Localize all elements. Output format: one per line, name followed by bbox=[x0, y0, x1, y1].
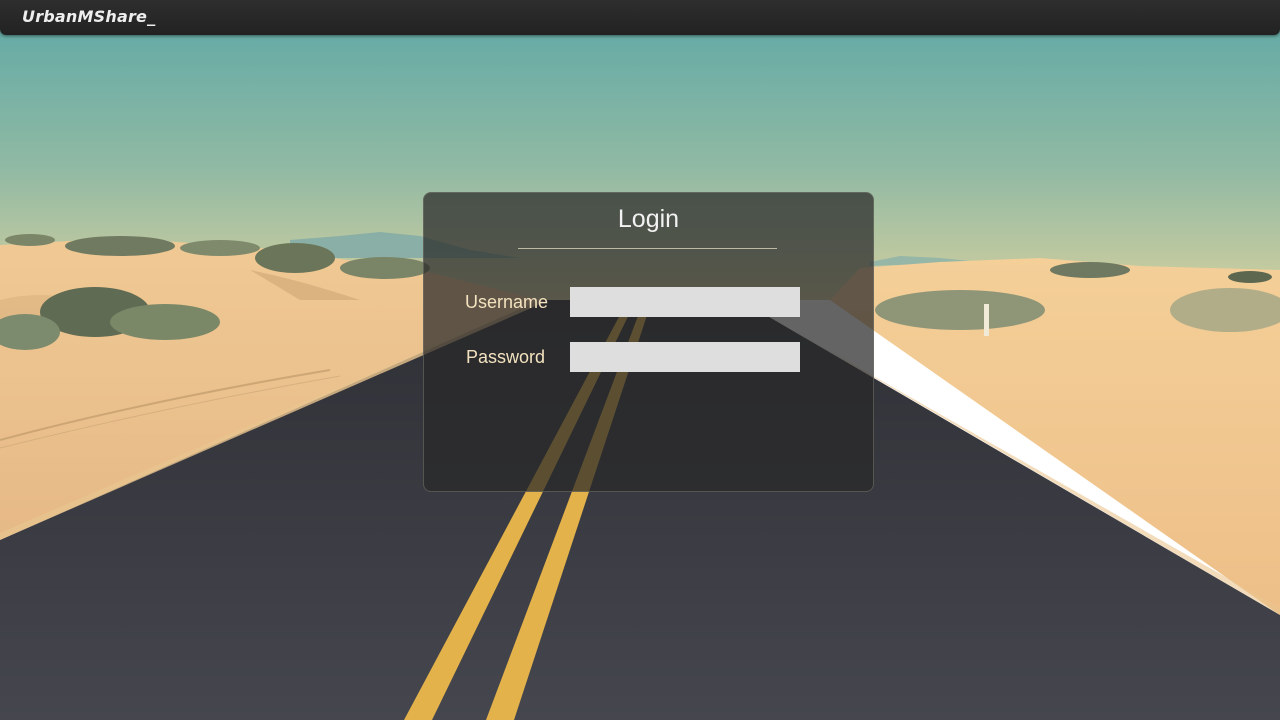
username-label: Username bbox=[465, 292, 549, 312]
login-title: Login bbox=[617, 205, 680, 233]
password-label: Password bbox=[466, 347, 546, 367]
password-input[interactable] bbox=[570, 342, 800, 372]
top-navbar: UrbanMShare_ bbox=[0, 0, 1280, 35]
title-divider bbox=[518, 248, 777, 249]
username-input[interactable] bbox=[570, 287, 800, 317]
brand-logo[interactable]: UrbanMShare_ bbox=[22, 7, 155, 26]
login-panel: Login Username Password bbox=[423, 192, 874, 492]
